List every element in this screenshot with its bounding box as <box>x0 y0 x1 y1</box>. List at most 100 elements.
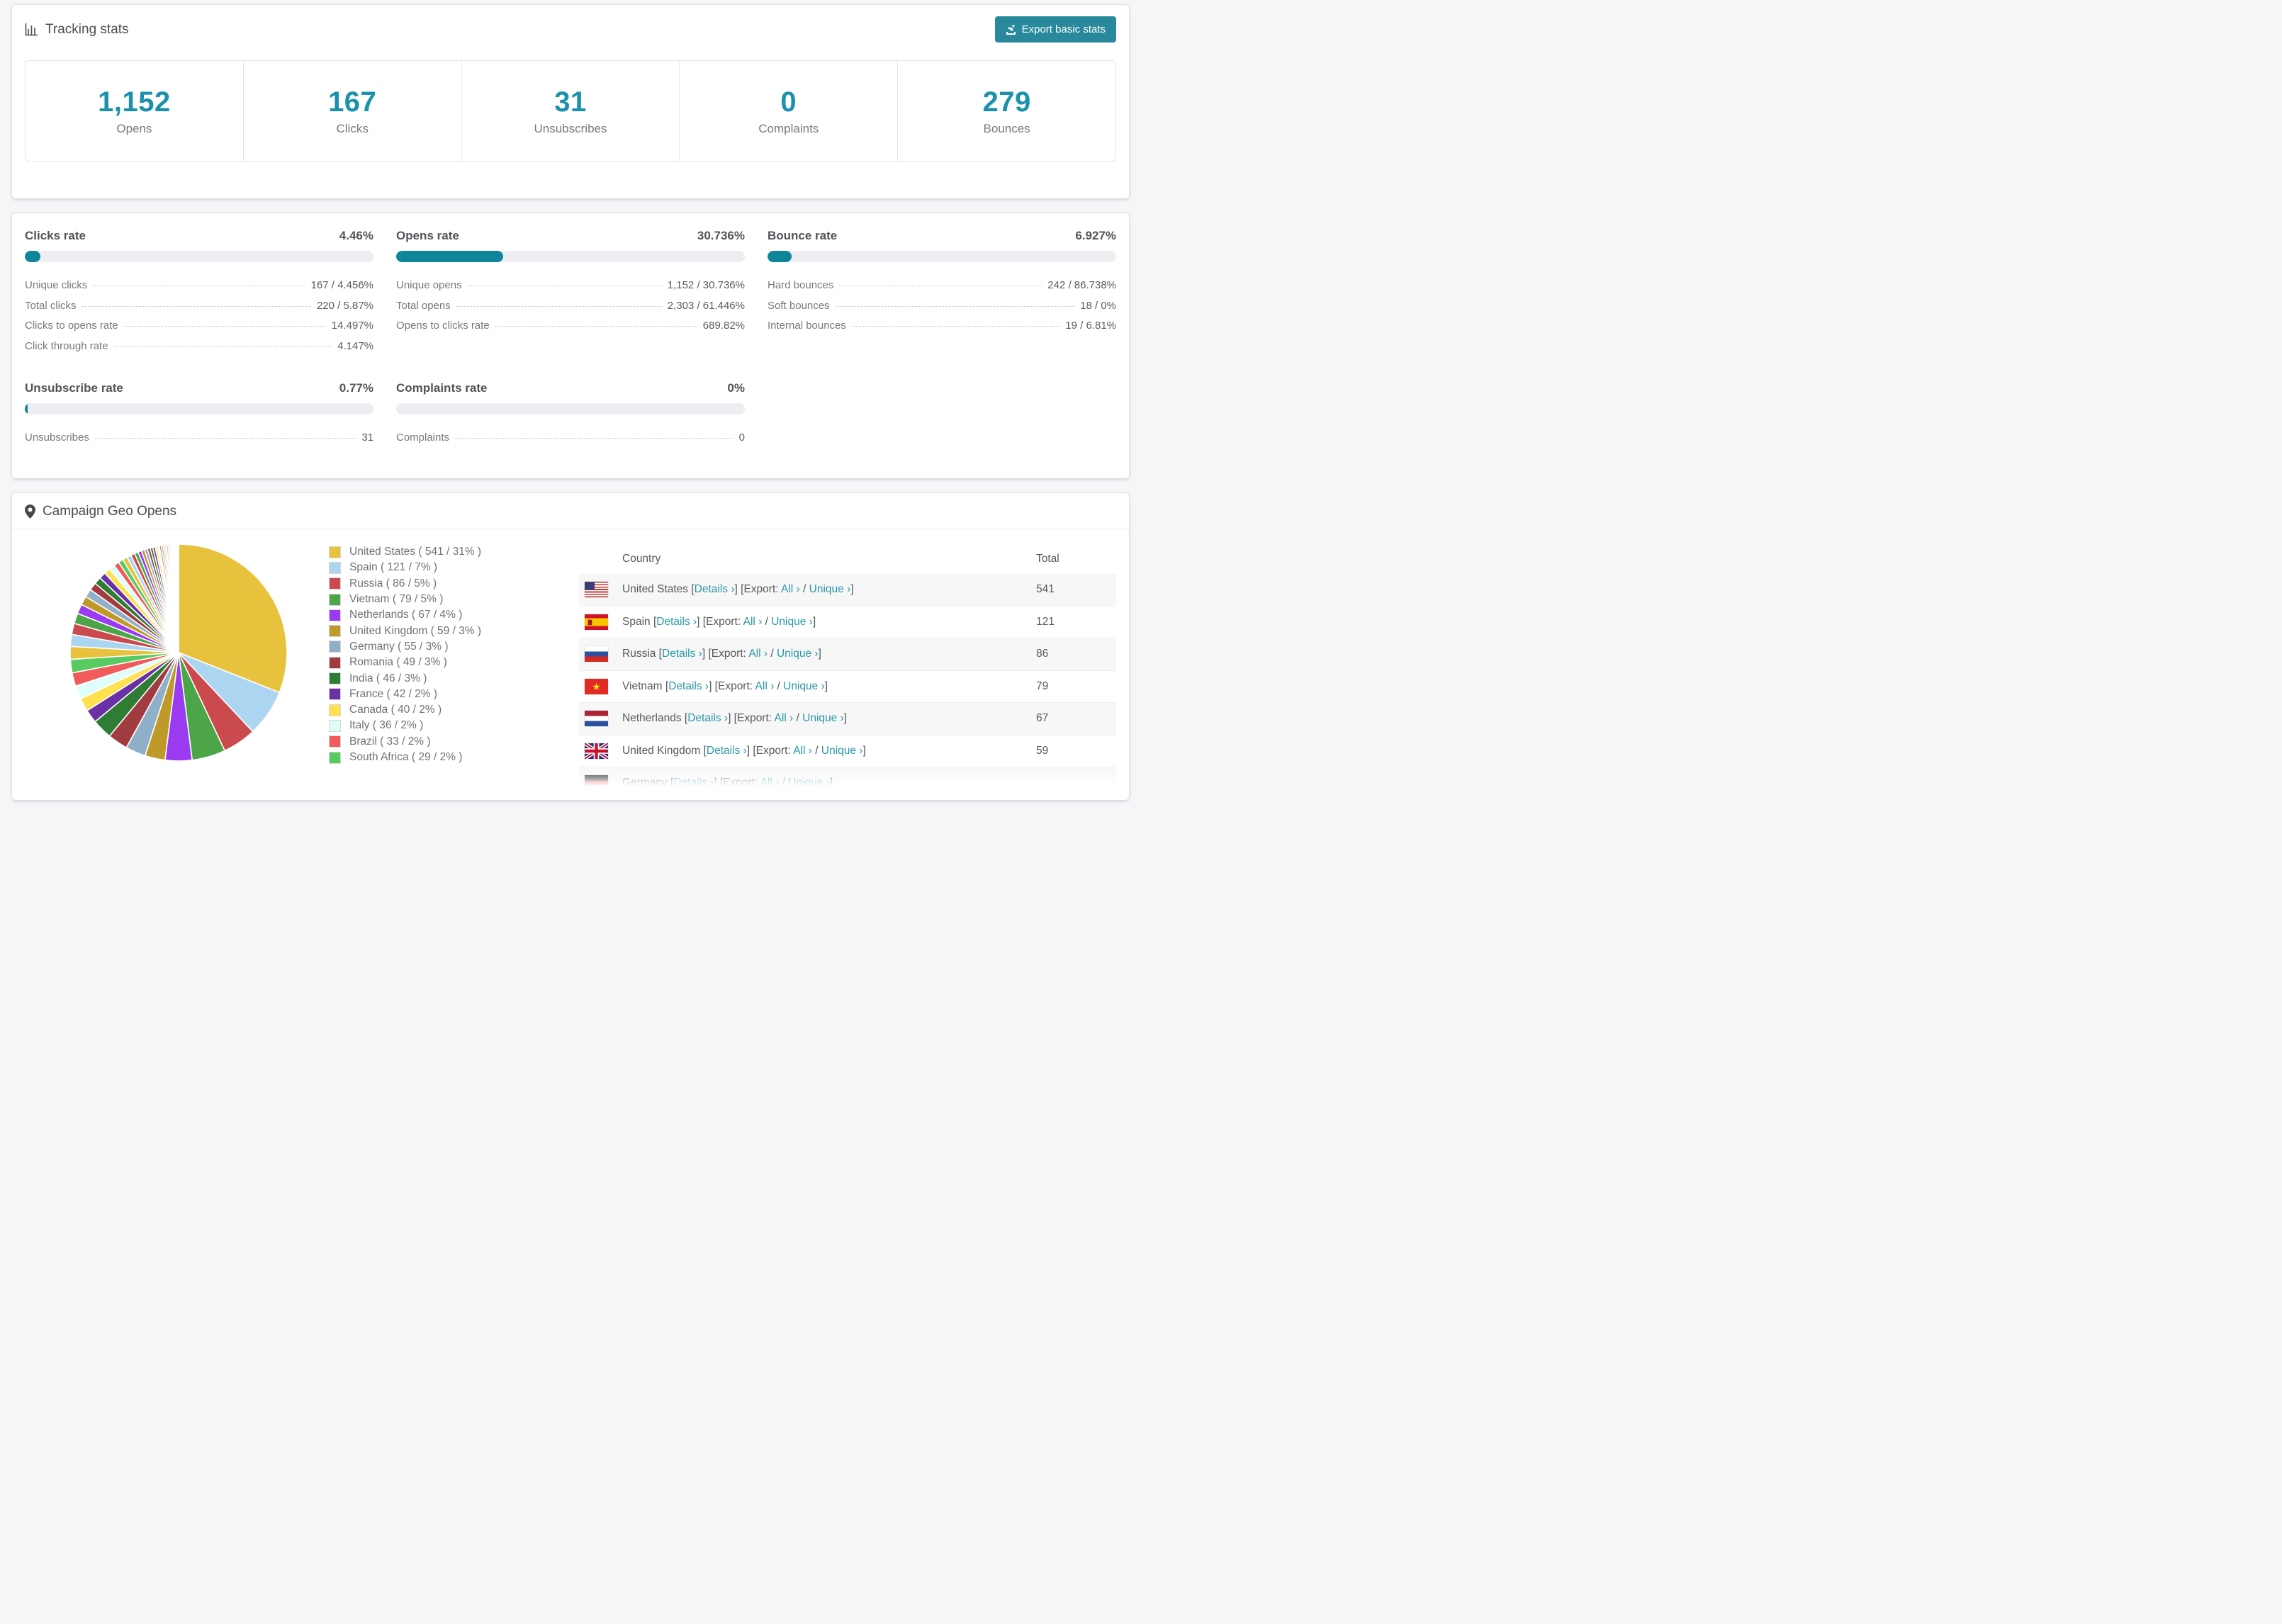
export-unique-link[interactable]: Unique › <box>771 616 813 628</box>
bracket-close: ] <box>843 712 848 725</box>
rate-detail-label: Opens to clicks rate <box>396 320 490 332</box>
geo-table-row-spain: Spain [Details ›] [Export: All › / Uniqu… <box>579 607 1116 638</box>
export-all-link[interactable]: All › <box>743 616 763 628</box>
export-unique-link[interactable]: Unique › <box>821 745 863 757</box>
legend-item-germany[interactable]: Germany ( 55 / 3% ) <box>330 639 481 655</box>
map-pin-icon <box>25 504 35 519</box>
legend-swatch-icon <box>330 704 340 716</box>
rate-detail-list: Unique opens 1,152 / 30.736% Total opens 2,… <box>396 279 745 340</box>
geo-table-row-germany: Germany [Details ›] [Export: All › / Uni… <box>579 767 1116 800</box>
legend-item-brazil[interactable]: Brazil ( 33 / 2% ) <box>330 734 481 750</box>
stat-value: 31 <box>554 86 587 118</box>
rate-detail-value: 18 / 0% <box>1080 299 1116 312</box>
rate-detail-value: 220 / 5.87% <box>316 299 373 312</box>
legend-label: Canada ( 40 / 2% ) <box>349 704 442 716</box>
rate-value: 30.736% <box>697 229 745 242</box>
dotted-leader <box>851 326 1060 327</box>
rate-detail-row: Total opens 2,303 / 61.446% <box>396 300 745 320</box>
geo-row-country-cell: United Kingdom [Details ›] [Export: All … <box>622 745 1036 757</box>
details-link[interactable]: Details › <box>695 583 735 595</box>
details-link[interactable]: Details › <box>687 712 728 724</box>
stat-box-complaints: 0 Complaints <box>680 61 899 161</box>
rate-block-unsubscribe-rate: Unsubscribe rate 0.77% Unsubscribes 31 <box>25 381 373 452</box>
geo-table-row-vietnam: Vietnam [Details ›] [Export: All › / Uni… <box>579 671 1116 703</box>
stat-value: 279 <box>982 86 1031 118</box>
details-link[interactable]: Details › <box>707 745 747 757</box>
geo-table-row-russia: Russia [Details ›] [Export: All › / Uniq… <box>579 638 1116 671</box>
legend-item-united-kingdom[interactable]: United Kingdom ( 59 / 3% ) <box>330 623 481 638</box>
progress-fill <box>768 251 792 262</box>
geo-row-country-cell: Netherlands [Details ›] [Export: All › /… <box>622 712 1036 725</box>
export-all-link[interactable]: All › <box>748 648 768 660</box>
legend-swatch-icon <box>330 641 340 653</box>
rate-value: 0% <box>727 381 745 395</box>
flag-de-icon <box>585 775 608 791</box>
export-unique-link[interactable]: Unique › <box>783 680 825 692</box>
flag-es-icon <box>585 614 608 630</box>
legend-label: United Kingdom ( 59 / 3% ) <box>349 624 482 637</box>
details-link[interactable]: Details › <box>673 777 714 789</box>
legend-item-united-states[interactable]: United States ( 541 / 31% ) <box>330 544 481 560</box>
export-all-link[interactable]: All › <box>775 712 794 724</box>
geo-row-total-cell: 79 <box>1036 680 1049 692</box>
details-link[interactable]: Details › <box>656 616 697 628</box>
export-unique-link[interactable]: Unique › <box>777 648 819 660</box>
export-unique-link[interactable]: Unique › <box>788 777 830 789</box>
stat-box-clicks: 167 Clicks <box>244 61 462 161</box>
export-all-link[interactable]: All › <box>760 777 780 789</box>
legend-swatch-icon <box>330 609 340 621</box>
export-all-link[interactable]: All › <box>781 583 800 595</box>
legend-swatch-icon <box>330 673 340 684</box>
dotted-leader <box>82 305 311 307</box>
export-basic-stats-button[interactable]: Export basic stats <box>994 16 1116 43</box>
geo-pie-chart <box>69 543 288 762</box>
rate-detail-row: Soft bounces 18 / 0% <box>768 300 1116 320</box>
progress-fill <box>25 403 28 415</box>
rate-head: Complaints rate 0% <box>396 381 745 395</box>
export-unique-link[interactable]: Unique › <box>809 583 851 595</box>
rate-block-opens-rate: Opens rate 30.736% Unique opens 1,152 / 30.… <box>396 229 745 360</box>
rate-detail-value: 31 <box>361 432 373 444</box>
rate-detail-value: 19 / 6.81% <box>1065 320 1116 332</box>
rate-detail-value: 2,303 / 61.446% <box>667 299 745 312</box>
export-prefix: ] [Export: <box>734 583 782 596</box>
legend-item-russia[interactable]: Russia ( 86 / 5% ) <box>330 576 481 592</box>
legend-item-netherlands[interactable]: Netherlands ( 67 / 4% ) <box>330 607 481 623</box>
rate-detail-label: Unique opens <box>396 279 462 291</box>
tracking-stats-header: Tracking stats <box>25 22 129 38</box>
legend-item-vietnam[interactable]: Vietnam ( 79 / 5% ) <box>330 592 481 607</box>
export-all-link[interactable]: All › <box>793 745 812 757</box>
rate-block-bounce-rate: Bounce rate 6.927% Hard bounces 242 / 86.73… <box>768 229 1116 360</box>
progress-bar <box>768 251 1116 262</box>
details-link[interactable]: Details › <box>662 648 702 660</box>
legend-item-india[interactable]: India ( 46 / 3% ) <box>330 670 481 686</box>
legend-item-romania[interactable]: Romania ( 49 / 3% ) <box>330 655 481 670</box>
export-all-link[interactable]: All › <box>755 680 775 692</box>
stats-summary-row: 1,152 Opens 167 Clicks 31 Unsubscribes 0 Compla… <box>25 60 1116 162</box>
legend-item-south-africa[interactable]: South Africa ( 29 / 2% ) <box>330 750 481 765</box>
stat-label: Opens <box>116 121 152 135</box>
link-separator: / <box>799 583 809 596</box>
dotted-leader <box>123 326 326 327</box>
rate-detail-list: Unsubscribes 31 <box>25 432 373 452</box>
legend-item-spain[interactable]: Spain ( 121 / 7% ) <box>330 560 481 575</box>
bracket-close: ] <box>829 777 833 789</box>
legend-item-france[interactable]: France ( 42 / 2% ) <box>330 687 481 702</box>
rate-block-complaints-rate: Complaints rate 0% Complaints 0 <box>396 381 745 452</box>
legend-item-italy[interactable]: Italy ( 36 / 2% ) <box>330 718 481 733</box>
details-link[interactable]: Details › <box>668 680 709 692</box>
link-separator: / <box>768 648 777 660</box>
flag-us-icon <box>585 582 608 598</box>
link-separator: / <box>774 680 784 692</box>
legend-item-canada[interactable]: Canada ( 40 / 2% ) <box>330 702 481 718</box>
progress-fill <box>396 251 504 262</box>
rate-title: Clicks rate <box>25 229 86 242</box>
rate-detail-row: Unsubscribes 31 <box>25 432 373 452</box>
stat-box-unsubscribes: 31 Unsubscribes <box>462 61 680 161</box>
rate-value: 4.46% <box>339 229 373 242</box>
dotted-leader <box>495 326 697 327</box>
export-unique-link[interactable]: Unique › <box>802 712 844 724</box>
rate-value: 0.77% <box>339 381 373 395</box>
rate-detail-label: Complaints <box>396 432 450 444</box>
rate-detail-row: Hard bounces 242 / 86.738% <box>768 279 1116 300</box>
